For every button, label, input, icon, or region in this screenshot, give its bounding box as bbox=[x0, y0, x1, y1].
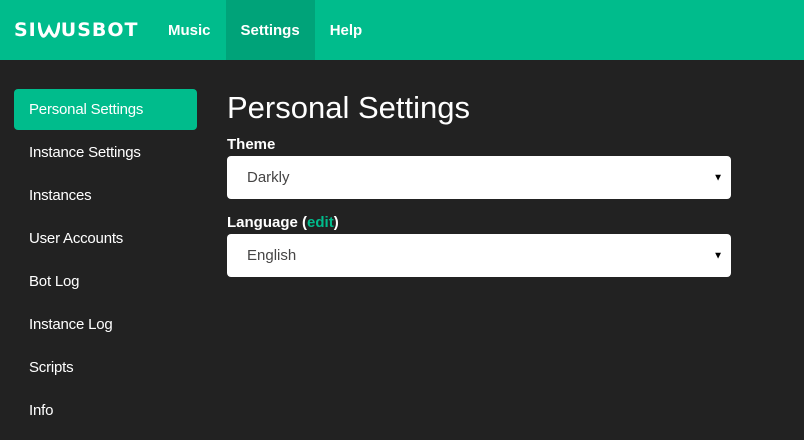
sidebar-item-scripts[interactable]: Scripts bbox=[14, 347, 197, 388]
caret-down-icon: ▼ bbox=[713, 250, 723, 261]
nav-settings[interactable]: Settings bbox=[225, 0, 315, 60]
sidebar-item-instance-log[interactable]: Instance Log bbox=[14, 304, 197, 345]
wave-w-icon bbox=[37, 22, 60, 38]
sidebar-item-user-accounts[interactable]: User Accounts bbox=[14, 218, 197, 259]
settings-sidebar: Personal Settings Instance Settings Inst… bbox=[14, 89, 197, 433]
theme-select-value: Darkly bbox=[247, 169, 290, 186]
nav-help[interactable]: Help bbox=[315, 0, 378, 60]
sidebar-item-instance-settings[interactable]: Instance Settings bbox=[14, 132, 197, 173]
language-select-value: English bbox=[247, 247, 297, 264]
sidebar-item-bot-log[interactable]: Bot Log bbox=[14, 261, 197, 302]
theme-label: Theme bbox=[227, 136, 276, 153]
language-label: Language (edit) bbox=[227, 215, 731, 234]
top-navbar: SI USBOT Music Settings Help bbox=[0, 0, 804, 60]
brand-text-end: USBOT bbox=[60, 19, 139, 41]
caret-down-icon: ▼ bbox=[713, 172, 723, 183]
language-label-suffix: ) bbox=[333, 214, 339, 231]
nav-music[interactable]: Music bbox=[153, 0, 226, 60]
language-select[interactable]: English ▼ bbox=[227, 234, 731, 277]
theme-group: Theme Darkly ▼ bbox=[227, 137, 731, 199]
main-content: Personal Settings Theme Darkly ▼ Languag… bbox=[227, 89, 731, 293]
language-group: Language (edit) English ▼ bbox=[227, 215, 731, 277]
language-label-prefix: Language ( bbox=[227, 214, 308, 231]
sidebar-item-info[interactable]: Info bbox=[14, 390, 197, 431]
brand-text-start: SI bbox=[14, 19, 37, 41]
sidebar-item-personal-settings[interactable]: Personal Settings bbox=[14, 89, 197, 130]
language-edit-link[interactable]: edit bbox=[307, 214, 334, 231]
brand-logo[interactable]: SI USBOT bbox=[0, 0, 153, 60]
sidebar-item-instances[interactable]: Instances bbox=[14, 175, 197, 216]
theme-select[interactable]: Darkly ▼ bbox=[227, 156, 731, 199]
page-title: Personal Settings bbox=[227, 90, 470, 125]
